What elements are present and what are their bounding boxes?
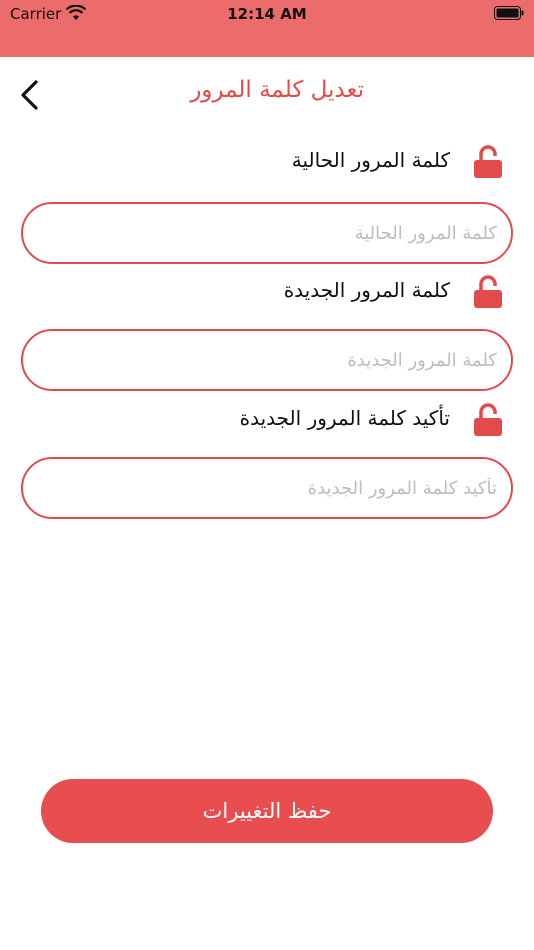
chevron-left-icon[interactable]	[16, 77, 46, 113]
lock-icon	[474, 275, 502, 308]
new-password-field[interactable]	[21, 329, 513, 391]
nav-bar: تعديل كلمة المرور	[0, 57, 534, 133]
confirm-password-input[interactable]	[23, 459, 511, 517]
current-password-label-row: كلمة المرور الحالية	[0, 144, 534, 184]
new-password-input[interactable]	[23, 331, 511, 389]
current-password-input[interactable]	[23, 204, 511, 262]
new-password-label: كلمة المرور الجديدة	[283, 278, 450, 302]
save-changes-button[interactable]: حفظ التغييرات	[41, 779, 493, 843]
current-password-field[interactable]	[21, 202, 513, 264]
current-password-label: كلمة المرور الحالية	[291, 148, 450, 172]
page-title: تعديل كلمة المرور	[190, 77, 364, 103]
clock: 12:14 AM	[227, 5, 307, 23]
status-bar: Carrier 12:14 AM	[0, 0, 534, 57]
confirm-password-label-row: تأكيد كلمة المرور الجديدة	[0, 402, 534, 442]
lock-icon	[474, 403, 502, 436]
confirm-password-label: تأكيد كلمة المرور الجديدة	[239, 406, 450, 430]
lock-icon	[474, 145, 502, 178]
confirm-password-field[interactable]	[21, 457, 513, 519]
new-password-label-row: كلمة المرور الجديدة	[0, 274, 534, 314]
battery-icon	[494, 6, 524, 20]
